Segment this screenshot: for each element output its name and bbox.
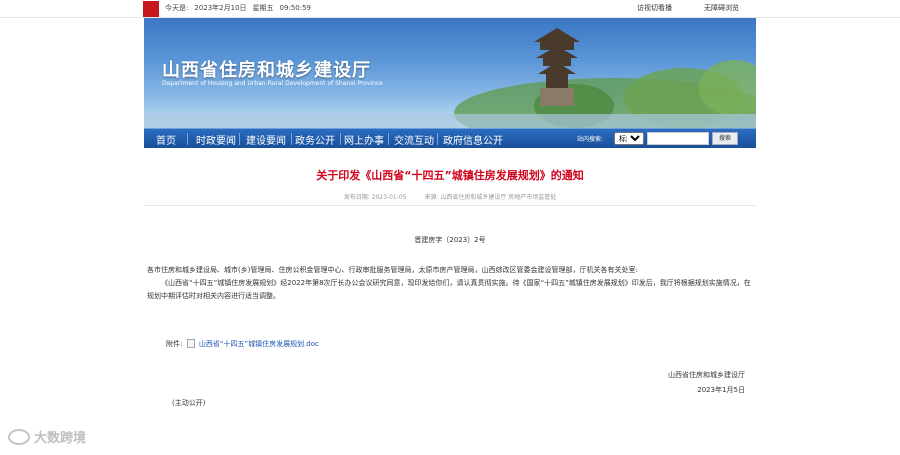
- paragraph-main: 《山西省“十四五”城镇住房发展规划》经2022年第8次厅长办公会议研究同意，现印…: [147, 279, 751, 300]
- nav-item-news[interactable]: 时政要闻: [196, 132, 236, 147]
- document-number: 晋建房字〔2023〕2号: [414, 236, 486, 244]
- nav-divider: [291, 133, 292, 145]
- top-bar: 今天是: 2023年2月10日 星期五 09:50:59 访视切看播 无障碍浏览: [0, 0, 900, 18]
- sign-organization: 山西省住房和城乡建设厅: [668, 371, 745, 379]
- article-source: 来源: 山西省住房和城乡建设厅 房地产市场监管处: [424, 194, 557, 201]
- main-nav: 首页 时政要闻 建设要闻 政务公开 网上办事 交流互动 政府信息公开 站内搜索:…: [144, 128, 756, 148]
- nav-divider: [437, 133, 438, 145]
- nav-divider: [239, 133, 240, 145]
- nav-divider: [187, 133, 188, 145]
- nav-divider: [340, 133, 341, 145]
- nav-item-home[interactable]: 首页: [156, 132, 176, 147]
- date-value: 2023年2月10日: [194, 4, 247, 12]
- watermark-text: 大数跨境: [34, 431, 87, 446]
- paragraph-recipients: 各市住房和城乡建设局、城市(乡)管理局、住房公积金管理中心、行政审批服务管理局，…: [147, 266, 638, 274]
- current-date: 今天是: 2023年2月10日 星期五 09:50:59: [165, 3, 317, 13]
- sign-date: 2023年1月5日: [697, 386, 745, 394]
- search-label: 站内搜索:: [577, 136, 604, 143]
- attachment-link[interactable]: 山西省“十四五”城镇住房发展规划.doc: [199, 340, 319, 348]
- watermark-logo-icon: [8, 429, 30, 445]
- nav-item-interaction[interactable]: 交流互动: [394, 132, 434, 147]
- disclosure-type: (主动公开): [172, 399, 206, 407]
- nav-item-government-affairs[interactable]: 政务公开: [295, 132, 335, 147]
- site-badge-icon: [143, 1, 159, 17]
- attachment: 附件: 山西省“十四五”城镇住房发展规划.doc: [166, 339, 319, 349]
- article-body: 各市住房和城乡建设局、城市(乡)管理局、住房公积金管理中心、行政审批服务管理局，…: [147, 264, 757, 303]
- nav-item-online-services[interactable]: 网上办事: [344, 132, 384, 147]
- search-button[interactable]: 搜索: [712, 132, 738, 145]
- publish-date: 发布日期: 2023-01-05: [343, 194, 407, 201]
- link-friendly-view[interactable]: 访视切看播: [637, 3, 672, 13]
- search-input[interactable]: [647, 132, 709, 145]
- weekday: 星期五: [252, 4, 274, 12]
- watermark: 大数跨境: [8, 427, 86, 446]
- article-meta: 发布日期: 2023-01-05 来源: 山西省住房和城乡建设厅 房地产市场监管…: [144, 192, 756, 201]
- search-scope-select[interactable]: 标题: [614, 132, 644, 145]
- attachment-label: 附件:: [166, 340, 183, 348]
- file-icon: [186, 339, 195, 348]
- time: 09:50:59: [279, 4, 311, 12]
- date-prefix: 今天是:: [165, 4, 189, 12]
- header-banner: 山西省住房和城乡建设厅 Department of Housing and Ur…: [144, 18, 756, 128]
- nav-item-information-disclosure[interactable]: 政府信息公开: [443, 132, 503, 147]
- site-title: 山西省住房和城乡建设厅: [162, 60, 371, 81]
- site-title-english: Department of Housing and Urban-Rural De…: [162, 80, 383, 87]
- link-accessible-view[interactable]: 无障碍浏览: [704, 3, 739, 13]
- article-title: 关于印发《山西省“十四五”城镇住房发展规划》的通知: [316, 169, 584, 182]
- divider: [144, 205, 756, 206]
- nav-divider: [388, 133, 389, 145]
- nav-item-construction-news[interactable]: 建设要闻: [246, 132, 286, 147]
- signature-block: 山西省住房和城乡建设厅 2023年1月5日: [668, 368, 745, 398]
